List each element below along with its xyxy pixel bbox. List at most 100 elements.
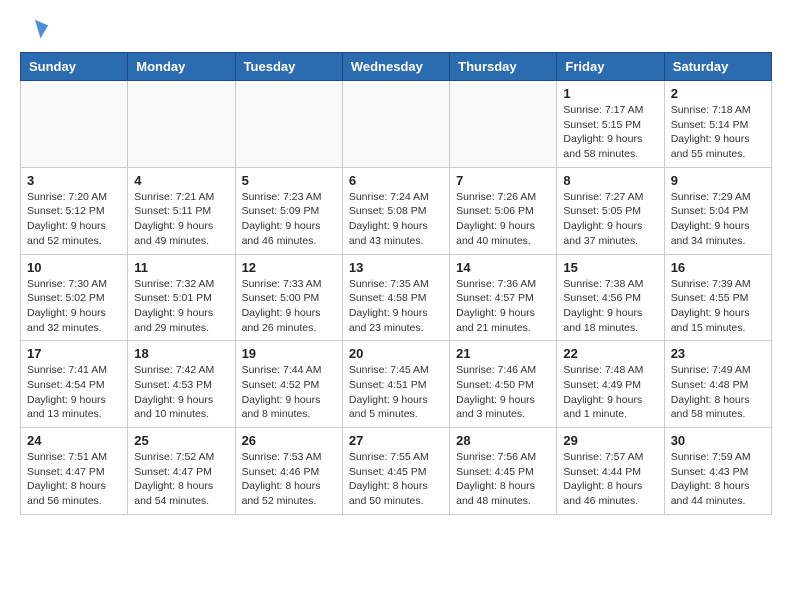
calendar-week-3: 17Sunrise: 7:41 AM Sunset: 4:54 PM Dayli… <box>21 341 772 428</box>
day-number: 4 <box>134 173 228 188</box>
column-header-wednesday: Wednesday <box>342 53 449 81</box>
day-number: 2 <box>671 86 765 101</box>
calendar-cell: 22 Sunrise: 7:48 AM Sunset: 4:49 PM Dayli… <box>557 341 664 428</box>
calendar-cell: 26Sunrise: 7:53 AM Sunset: 4:46 PM Dayli… <box>235 428 342 515</box>
day-number: 27 <box>349 433 443 448</box>
day-number: 10 <box>27 260 121 275</box>
calendar-cell: 11 Sunrise: 7:32 AM Sunset: 5:01 PM Dayli… <box>128 254 235 341</box>
calendar-cell <box>342 81 449 168</box>
calendar-header-row: SundayMondayTuesdayWednesdayThursdayFrid… <box>21 53 772 81</box>
day-number: 19 <box>242 346 336 361</box>
calendar-body: 1 Sunrise: 7:17 AM Sunset: 5:15 PM Daylig… <box>21 81 772 515</box>
calendar-cell: 25 Sunrise: 7:52 AM Sunset: 4:47 PM Dayli… <box>128 428 235 515</box>
day-number: 6 <box>349 173 443 188</box>
column-header-tuesday: Tuesday <box>235 53 342 81</box>
day-info: Sunrise: 7:55 AM Sunset: 4:45 PM Dayligh… <box>349 450 443 509</box>
calendar-cell <box>450 81 557 168</box>
calendar-cell: 8 Sunrise: 7:27 AM Sunset: 5:05 PM Daylig… <box>557 167 664 254</box>
day-number: 7 <box>456 173 550 188</box>
column-header-saturday: Saturday <box>664 53 771 81</box>
day-number: 1 <box>563 86 657 101</box>
calendar-cell: 5 Sunrise: 7:23 AM Sunset: 5:09 PM Daylig… <box>235 167 342 254</box>
day-info: Sunrise: 7:57 AM Sunset: 4:44 PM Dayligh… <box>563 450 657 509</box>
day-number: 30 <box>671 433 765 448</box>
calendar-cell: 4Sunrise: 7:21 AM Sunset: 5:11 PM Daylig… <box>128 167 235 254</box>
calendar-cell: 18 Sunrise: 7:42 AM Sunset: 4:53 PM Dayli… <box>128 341 235 428</box>
logo-icon <box>20 16 48 44</box>
day-number: 8 <box>563 173 657 188</box>
calendar-week-4: 24 Sunrise: 7:51 AM Sunset: 4:47 PM Dayli… <box>21 428 772 515</box>
day-number: 25 <box>134 433 228 448</box>
calendar-cell: 7 Sunrise: 7:26 AM Sunset: 5:06 PM Daylig… <box>450 167 557 254</box>
calendar-cell: 27 Sunrise: 7:55 AM Sunset: 4:45 PM Dayli… <box>342 428 449 515</box>
day-info: Sunrise: 7:53 AM Sunset: 4:46 PM Dayligh… <box>242 450 336 509</box>
calendar-cell: 29 Sunrise: 7:57 AM Sunset: 4:44 PM Dayli… <box>557 428 664 515</box>
day-number: 9 <box>671 173 765 188</box>
calendar-week-2: 10 Sunrise: 7:30 AM Sunset: 5:02 PM Dayli… <box>21 254 772 341</box>
calendar-cell: 20Sunrise: 7:45 AM Sunset: 4:51 PM Dayli… <box>342 341 449 428</box>
day-info: Sunrise: 7:51 AM Sunset: 4:47 PM Dayligh… <box>27 450 121 509</box>
calendar-cell: 19Sunrise: 7:44 AM Sunset: 4:52 PM Dayli… <box>235 341 342 428</box>
day-info: Sunrise: 7:42 AM Sunset: 4:53 PM Dayligh… <box>134 363 228 422</box>
logo <box>20 16 54 44</box>
day-number: 12 <box>242 260 336 275</box>
calendar-cell: 9Sunrise: 7:29 AM Sunset: 5:04 PM Daylig… <box>664 167 771 254</box>
calendar-week-1: 3 Sunrise: 7:20 AM Sunset: 5:12 PM Daylig… <box>21 167 772 254</box>
column-header-thursday: Thursday <box>450 53 557 81</box>
calendar-week-0: 1 Sunrise: 7:17 AM Sunset: 5:15 PM Daylig… <box>21 81 772 168</box>
day-info: Sunrise: 7:52 AM Sunset: 4:47 PM Dayligh… <box>134 450 228 509</box>
day-info: Sunrise: 7:20 AM Sunset: 5:12 PM Dayligh… <box>27 190 121 249</box>
calendar-cell: 13 Sunrise: 7:35 AM Sunset: 4:58 PM Dayli… <box>342 254 449 341</box>
day-number: 22 <box>563 346 657 361</box>
day-number: 18 <box>134 346 228 361</box>
calendar-cell: 6Sunrise: 7:24 AM Sunset: 5:08 PM Daylig… <box>342 167 449 254</box>
day-info: Sunrise: 7:30 AM Sunset: 5:02 PM Dayligh… <box>27 277 121 336</box>
day-info: Sunrise: 7:27 AM Sunset: 5:05 PM Dayligh… <box>563 190 657 249</box>
day-info: Sunrise: 7:38 AM Sunset: 4:56 PM Dayligh… <box>563 277 657 336</box>
calendar-cell: 17Sunrise: 7:41 AM Sunset: 4:54 PM Dayli… <box>21 341 128 428</box>
calendar-cell: 3 Sunrise: 7:20 AM Sunset: 5:12 PM Daylig… <box>21 167 128 254</box>
column-header-sunday: Sunday <box>21 53 128 81</box>
day-info: Sunrise: 7:18 AM Sunset: 5:14 PM Dayligh… <box>671 103 765 162</box>
day-number: 29 <box>563 433 657 448</box>
day-number: 13 <box>349 260 443 275</box>
day-number: 23 <box>671 346 765 361</box>
day-info: Sunrise: 7:49 AM Sunset: 4:48 PM Dayligh… <box>671 363 765 422</box>
day-info: Sunrise: 7:35 AM Sunset: 4:58 PM Dayligh… <box>349 277 443 336</box>
calendar-cell <box>128 81 235 168</box>
column-header-friday: Friday <box>557 53 664 81</box>
calendar-table: SundayMondayTuesdayWednesdayThursdayFrid… <box>20 52 772 515</box>
day-number: 21 <box>456 346 550 361</box>
day-number: 15 <box>563 260 657 275</box>
day-info: Sunrise: 7:48 AM Sunset: 4:49 PM Dayligh… <box>563 363 657 422</box>
calendar-cell: 1 Sunrise: 7:17 AM Sunset: 5:15 PM Daylig… <box>557 81 664 168</box>
day-number: 24 <box>27 433 121 448</box>
day-info: Sunrise: 7:26 AM Sunset: 5:06 PM Dayligh… <box>456 190 550 249</box>
day-info: Sunrise: 7:56 AM Sunset: 4:45 PM Dayligh… <box>456 450 550 509</box>
day-info: Sunrise: 7:59 AM Sunset: 4:43 PM Dayligh… <box>671 450 765 509</box>
calendar-cell: 2 Sunrise: 7:18 AM Sunset: 5:14 PM Daylig… <box>664 81 771 168</box>
calendar-cell: 10 Sunrise: 7:30 AM Sunset: 5:02 PM Dayli… <box>21 254 128 341</box>
day-info: Sunrise: 7:17 AM Sunset: 5:15 PM Dayligh… <box>563 103 657 162</box>
day-number: 16 <box>671 260 765 275</box>
calendar-cell: 16 Sunrise: 7:39 AM Sunset: 4:55 PM Dayli… <box>664 254 771 341</box>
day-info: Sunrise: 7:39 AM Sunset: 4:55 PM Dayligh… <box>671 277 765 336</box>
column-header-monday: Monday <box>128 53 235 81</box>
calendar-cell: 15 Sunrise: 7:38 AM Sunset: 4:56 PM Dayli… <box>557 254 664 341</box>
day-number: 11 <box>134 260 228 275</box>
day-number: 14 <box>456 260 550 275</box>
calendar-cell: 28 Sunrise: 7:56 AM Sunset: 4:45 PM Dayli… <box>450 428 557 515</box>
day-number: 3 <box>27 173 121 188</box>
calendar-cell <box>21 81 128 168</box>
page-container: SundayMondayTuesdayWednesdayThursdayFrid… <box>0 0 792 531</box>
calendar-cell <box>235 81 342 168</box>
calendar-cell: 21 Sunrise: 7:46 AM Sunset: 4:50 PM Dayli… <box>450 341 557 428</box>
calendar-cell: 12 Sunrise: 7:33 AM Sunset: 5:00 PM Dayli… <box>235 254 342 341</box>
day-info: Sunrise: 7:32 AM Sunset: 5:01 PM Dayligh… <box>134 277 228 336</box>
day-number: 5 <box>242 173 336 188</box>
day-info: Sunrise: 7:23 AM Sunset: 5:09 PM Dayligh… <box>242 190 336 249</box>
day-info: Sunrise: 7:46 AM Sunset: 4:50 PM Dayligh… <box>456 363 550 422</box>
day-info: Sunrise: 7:33 AM Sunset: 5:00 PM Dayligh… <box>242 277 336 336</box>
day-number: 28 <box>456 433 550 448</box>
day-number: 17 <box>27 346 121 361</box>
